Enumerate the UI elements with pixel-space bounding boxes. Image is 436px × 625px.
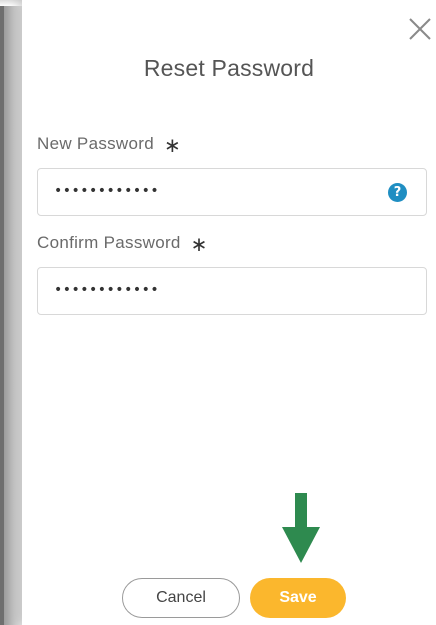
save-button[interactable]: Save xyxy=(250,578,346,618)
question-circle-icon[interactable]: ? xyxy=(388,183,407,202)
down-arrow-icon xyxy=(282,493,320,563)
new-password-label-text: New Password xyxy=(37,134,154,153)
new-password-value: •••••••••••• xyxy=(54,183,160,199)
confirm-password-value: •••••••••••• xyxy=(54,282,160,298)
backdrop-edge xyxy=(0,0,4,625)
dialog-title: Reset Password xyxy=(143,55,315,81)
new-password-label: New Password ∗ xyxy=(37,133,181,158)
required-mark: ∗ xyxy=(190,234,208,256)
reset-password-dialog: Reset Password New Password ∗ •••••••••••… xyxy=(22,0,436,625)
close-button[interactable] xyxy=(407,16,433,42)
new-password-field[interactable]: •••••••••••• ? xyxy=(37,168,427,216)
confirm-password-field[interactable]: •••••••••••• xyxy=(37,267,427,315)
confirm-password-label: Confirm Password ∗ xyxy=(37,232,208,257)
required-mark: ∗ xyxy=(163,135,182,157)
screenshot-stage: Reset Password New Password ∗ •••••••••••… xyxy=(0,0,436,625)
page-backdrop xyxy=(0,0,22,625)
cancel-button[interactable]: Cancel xyxy=(122,578,240,618)
confirm-password-label-text: Confirm Password xyxy=(37,233,181,252)
close-icon xyxy=(409,18,431,40)
